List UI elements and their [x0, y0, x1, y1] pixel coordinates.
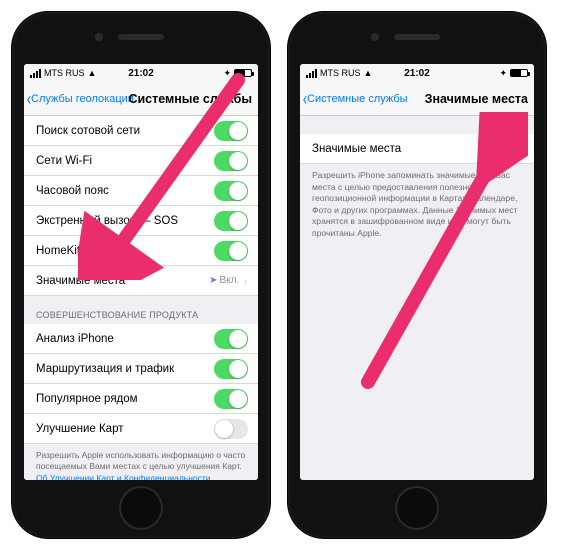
row-label: HomeKit	[36, 245, 214, 257]
chevron-left-icon: ‹	[27, 90, 31, 108]
toggle-significant-places[interactable]	[490, 139, 524, 159]
row-improve-0[interactable]: Анализ iPhone	[24, 324, 258, 354]
location-arrow-icon: ➤	[209, 275, 217, 286]
footer-link[interactable]: Об Улучшении Карт и Конфиденциальности…	[36, 473, 219, 480]
carrier-label: MTS RUS	[44, 68, 85, 78]
row-top-3[interactable]: Экстренный вызов — SOS	[24, 206, 258, 236]
row-detail: Вкл.	[220, 275, 240, 286]
row-top-2[interactable]: Часовой пояс	[24, 176, 258, 206]
footer-description: Разрешить iPhone запоминать значимые для…	[300, 164, 534, 248]
carrier-label: MTS RUS	[320, 68, 361, 78]
status-right: ✦	[499, 68, 528, 79]
toggle[interactable]	[214, 181, 248, 201]
status-carrier: MTS RUS ▲	[30, 68, 96, 78]
row-improve-1[interactable]: Маршрутизация и трафик	[24, 354, 258, 384]
row-significant-places[interactable]: Значимые места ➤ Вкл. ›	[24, 266, 258, 296]
wifi-icon: ▲	[364, 68, 373, 78]
phone-right: MTS RUS ▲ 21:02 ✦ ‹ Системные службы Зна…	[288, 12, 546, 538]
row-label: Улучшение Карт	[36, 423, 214, 435]
nav-bar: ‹ Системные службы Значимые места	[300, 82, 534, 116]
wifi-icon: ▲	[88, 68, 97, 78]
phone-speaker	[118, 34, 164, 40]
row-label: Анализ iPhone	[36, 333, 214, 345]
nav-back-button[interactable]: ‹ Системные службы	[300, 90, 408, 108]
nav-back-label: Системные службы	[307, 93, 408, 105]
settings-content[interactable]: Поиск сотовой сети Сети Wi-Fi Часовой пояс…	[24, 116, 258, 480]
row-label: Значимые места	[36, 275, 209, 287]
section-header-improve: СОВЕРШЕНСТВОВАНИЕ ПРОДУКТА	[24, 296, 258, 324]
toggle[interactable]	[214, 151, 248, 171]
spacer	[300, 116, 534, 134]
status-time: 21:02	[128, 68, 154, 79]
status-time: 21:02	[404, 68, 430, 79]
nav-back-button[interactable]: ‹ Службы геолокации	[24, 90, 134, 108]
row-significant-places-toggle[interactable]: Значимые места	[300, 134, 534, 164]
status-carrier: MTS RUS ▲	[306, 68, 372, 78]
screen-right: MTS RUS ▲ 21:02 ✦ ‹ Системные службы Зна…	[300, 64, 534, 480]
row-label: Сети Wi-Fi	[36, 155, 214, 167]
row-label: Часовой пояс	[36, 185, 214, 197]
row-label: Поиск сотовой сети	[36, 125, 214, 137]
nav-back-label: Службы геолокации	[31, 93, 134, 105]
toggle[interactable]	[214, 211, 248, 231]
nav-title: Значимые места	[425, 92, 528, 106]
row-label: Экстренный вызов — SOS	[36, 215, 214, 227]
toggle[interactable]	[214, 359, 248, 379]
row-label: Значимые места	[312, 143, 490, 155]
toggle[interactable]	[214, 121, 248, 141]
battery-icon	[234, 69, 252, 77]
phone-speaker	[394, 34, 440, 40]
phone-left: MTS RUS ▲ 21:02 ✦ ‹ Службы геолокации Си…	[12, 12, 270, 538]
row-improve-2[interactable]: Популярное рядом	[24, 384, 258, 414]
home-button[interactable]	[119, 486, 163, 530]
row-improve-3[interactable]: Улучшение Карт	[24, 414, 258, 444]
toggle[interactable]	[214, 419, 248, 439]
settings-content[interactable]: Значимые места Разрешить iPhone запомина…	[300, 116, 534, 480]
nav-title: Системные службы	[128, 92, 252, 106]
row-top-1[interactable]: Сети Wi-Fi	[24, 146, 258, 176]
row-label: Маршрутизация и трафик	[36, 363, 214, 375]
signal-icon	[30, 69, 41, 78]
bluetooth-icon: ✦	[499, 68, 507, 79]
home-button[interactable]	[395, 486, 439, 530]
row-top-0[interactable]: Поиск сотовой сети	[24, 116, 258, 146]
toggle[interactable]	[214, 329, 248, 349]
nav-bar: ‹ Службы геолокации Системные службы	[24, 82, 258, 116]
chevron-left-icon: ‹	[303, 90, 307, 108]
status-bar: MTS RUS ▲ 21:02 ✦	[300, 64, 534, 82]
signal-icon	[306, 69, 317, 78]
screen-left: MTS RUS ▲ 21:02 ✦ ‹ Службы геолокации Си…	[24, 64, 258, 480]
footer-text: Разрешить Apple использовать информацию …	[36, 450, 245, 471]
row-label: Популярное рядом	[36, 393, 214, 405]
phone-camera	[371, 33, 379, 41]
toggle[interactable]	[214, 389, 248, 409]
toggle[interactable]	[214, 241, 248, 261]
status-right: ✦	[223, 68, 252, 79]
battery-icon	[510, 69, 528, 77]
status-bar: MTS RUS ▲ 21:02 ✦	[24, 64, 258, 82]
bluetooth-icon: ✦	[223, 68, 231, 79]
phone-camera	[95, 33, 103, 41]
row-top-4[interactable]: HomeKit	[24, 236, 258, 266]
chevron-right-icon: ›	[244, 273, 247, 289]
footer-maps-improve: Разрешить Apple использовать информацию …	[24, 444, 258, 480]
